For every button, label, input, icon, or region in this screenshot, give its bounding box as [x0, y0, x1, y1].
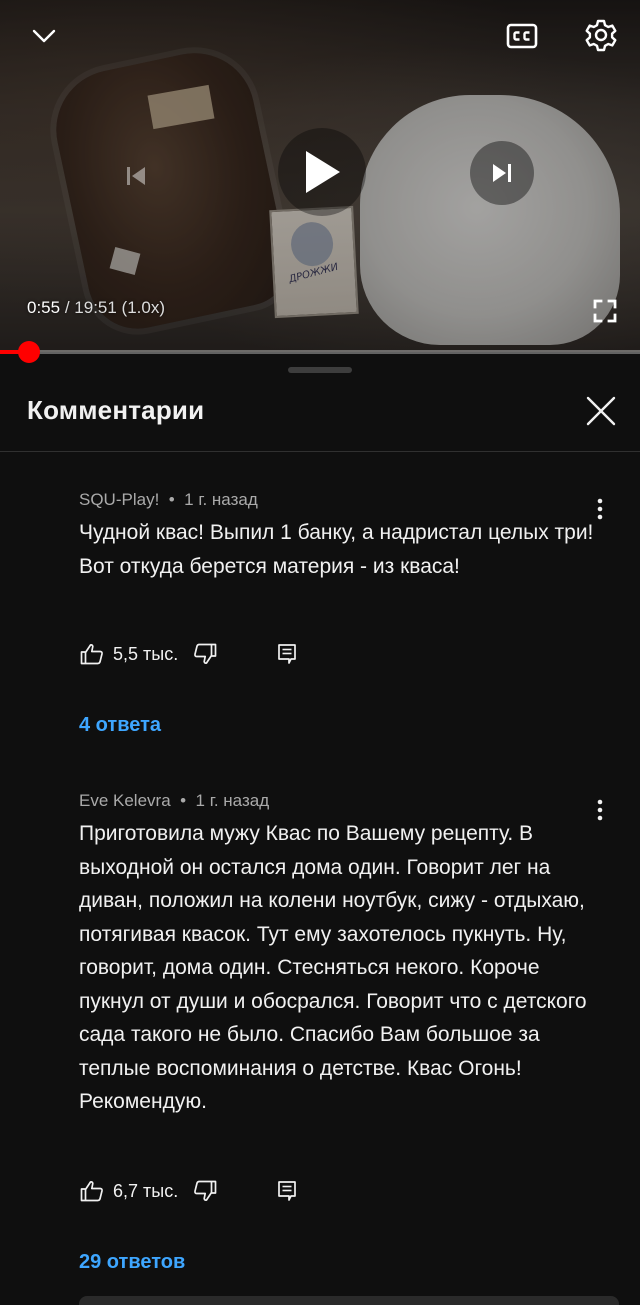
progress-bar[interactable] — [0, 341, 640, 363]
gear-icon — [585, 19, 617, 52]
view-replies-link[interactable]: 29 ответов — [79, 1251, 185, 1274]
more-vertical-icon — [597, 498, 603, 520]
meta-separator: • — [164, 490, 180, 509]
collapse-button[interactable] — [22, 14, 66, 58]
reply-button[interactable] — [274, 1178, 300, 1204]
skip-next-icon — [493, 164, 511, 182]
reply-comment-icon — [278, 1181, 297, 1201]
fullscreen-button[interactable] — [584, 290, 626, 332]
comment-actions: 6,7 тыс. — [79, 1176, 300, 1206]
time-separator: / — [64, 298, 70, 317]
comment-item: Eve Kelevra • 1 г. назад Приготовила муж… — [79, 791, 599, 1119]
video-player[interactable]: ДРОЖЖИ 0:55 / 19:51 (1.0x) — [0, 0, 640, 352]
thumbs-up-icon — [80, 644, 103, 665]
reply-comment-icon — [278, 644, 297, 664]
comment-time: 1 г. назад — [195, 791, 270, 810]
settings-button[interactable] — [578, 12, 624, 58]
comment-author[interactable]: Eve Kelevra — [79, 791, 171, 810]
total-time: 19:51 (1.0x) — [74, 298, 166, 317]
play-button[interactable] — [278, 128, 366, 216]
close-icon — [586, 396, 616, 426]
comment-author[interactable]: SQU-Play! — [79, 490, 159, 509]
like-count: 6,7 тыс. — [113, 1180, 179, 1201]
thumbs-down-icon — [194, 643, 217, 664]
comment-meta: SQU-Play! • 1 г. назад — [79, 490, 599, 510]
comment-more-button[interactable] — [588, 795, 612, 825]
thumbs-down-icon — [194, 1180, 217, 1201]
current-time: 0:55 — [27, 298, 61, 317]
close-comments-button[interactable] — [580, 390, 622, 432]
dislike-button[interactable] — [192, 641, 218, 667]
captions-button[interactable] — [500, 14, 544, 58]
more-vertical-icon — [597, 799, 603, 821]
dislike-button[interactable] — [192, 1178, 218, 1204]
comment-time: 1 г. назад — [184, 490, 258, 509]
reply-button[interactable] — [274, 641, 300, 667]
cc-icon — [506, 23, 538, 49]
comments-panel-title: Комментарии — [27, 395, 205, 425]
panel-drag-handle[interactable] — [288, 367, 352, 373]
view-replies-link[interactable]: 4 ответа — [79, 714, 161, 737]
comment-text: Чудной квас! Выпил 1 банку, а надристал … — [79, 521, 594, 578]
like-count: 5,5 тыс. — [113, 643, 179, 664]
playback-time: 0:55 / 19:51 (1.0x) — [27, 298, 165, 318]
meta-separator: • — [175, 791, 191, 810]
previous-video-button[interactable] — [108, 148, 164, 204]
progress-scrubber-handle[interactable] — [18, 341, 40, 363]
next-video-button[interactable] — [470, 141, 534, 205]
like-button[interactable] — [79, 641, 105, 667]
next-comment-preview — [79, 1296, 619, 1305]
like-button[interactable] — [79, 1178, 105, 1204]
comment-text: Приготовила мужу Квас по Вашему рецепту.… — [79, 822, 587, 1113]
thumbs-up-icon — [80, 1181, 103, 1202]
skip-previous-icon — [127, 167, 145, 185]
comment-more-button[interactable] — [588, 494, 612, 524]
comment-item: SQU-Play! • 1 г. назад Чудной квас! Выпи… — [79, 490, 599, 583]
comment-meta: Eve Kelevra • 1 г. назад — [79, 791, 599, 811]
comment-actions: 5,5 тыс. — [79, 639, 300, 669]
play-icon — [306, 151, 340, 193]
panel-header-divider — [0, 451, 640, 452]
fullscreen-icon — [593, 299, 617, 323]
chevron-down-icon — [32, 29, 56, 43]
